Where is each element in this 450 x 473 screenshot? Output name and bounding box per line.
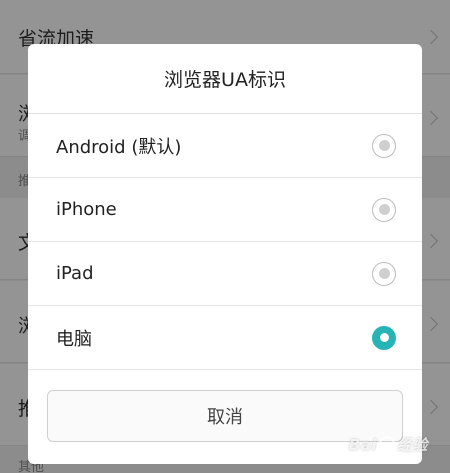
watermark-text: Bai	[348, 436, 377, 454]
ua-option-ipad[interactable]: iPad	[28, 242, 422, 306]
ua-option-label: Android (默认)	[56, 136, 182, 158]
ua-option-iphone[interactable]: iPhone	[28, 178, 422, 242]
dialog-title: 浏览器UA标识	[28, 44, 422, 114]
radio-unchecked-icon[interactable]	[372, 261, 396, 286]
ua-option-label: 电脑	[56, 328, 92, 350]
paw-icon	[378, 436, 395, 452]
ua-dialog: 浏览器UA标识 Android (默认) iPhone iPad 电脑 取消	[28, 44, 422, 464]
ua-option-label: iPad	[56, 263, 94, 284]
radio-unchecked-icon[interactable]	[372, 197, 396, 222]
ua-option-label: iPhone	[56, 199, 117, 220]
baidu-watermark: Bai 经验	[349, 434, 428, 455]
ua-option-pc[interactable]: 电脑	[28, 306, 422, 370]
watermark-text: 经验	[396, 436, 428, 454]
ua-option-android[interactable]: Android (默认)	[28, 114, 422, 178]
radio-unchecked-icon[interactable]	[372, 133, 396, 158]
radio-checked-icon[interactable]	[372, 325, 396, 350]
